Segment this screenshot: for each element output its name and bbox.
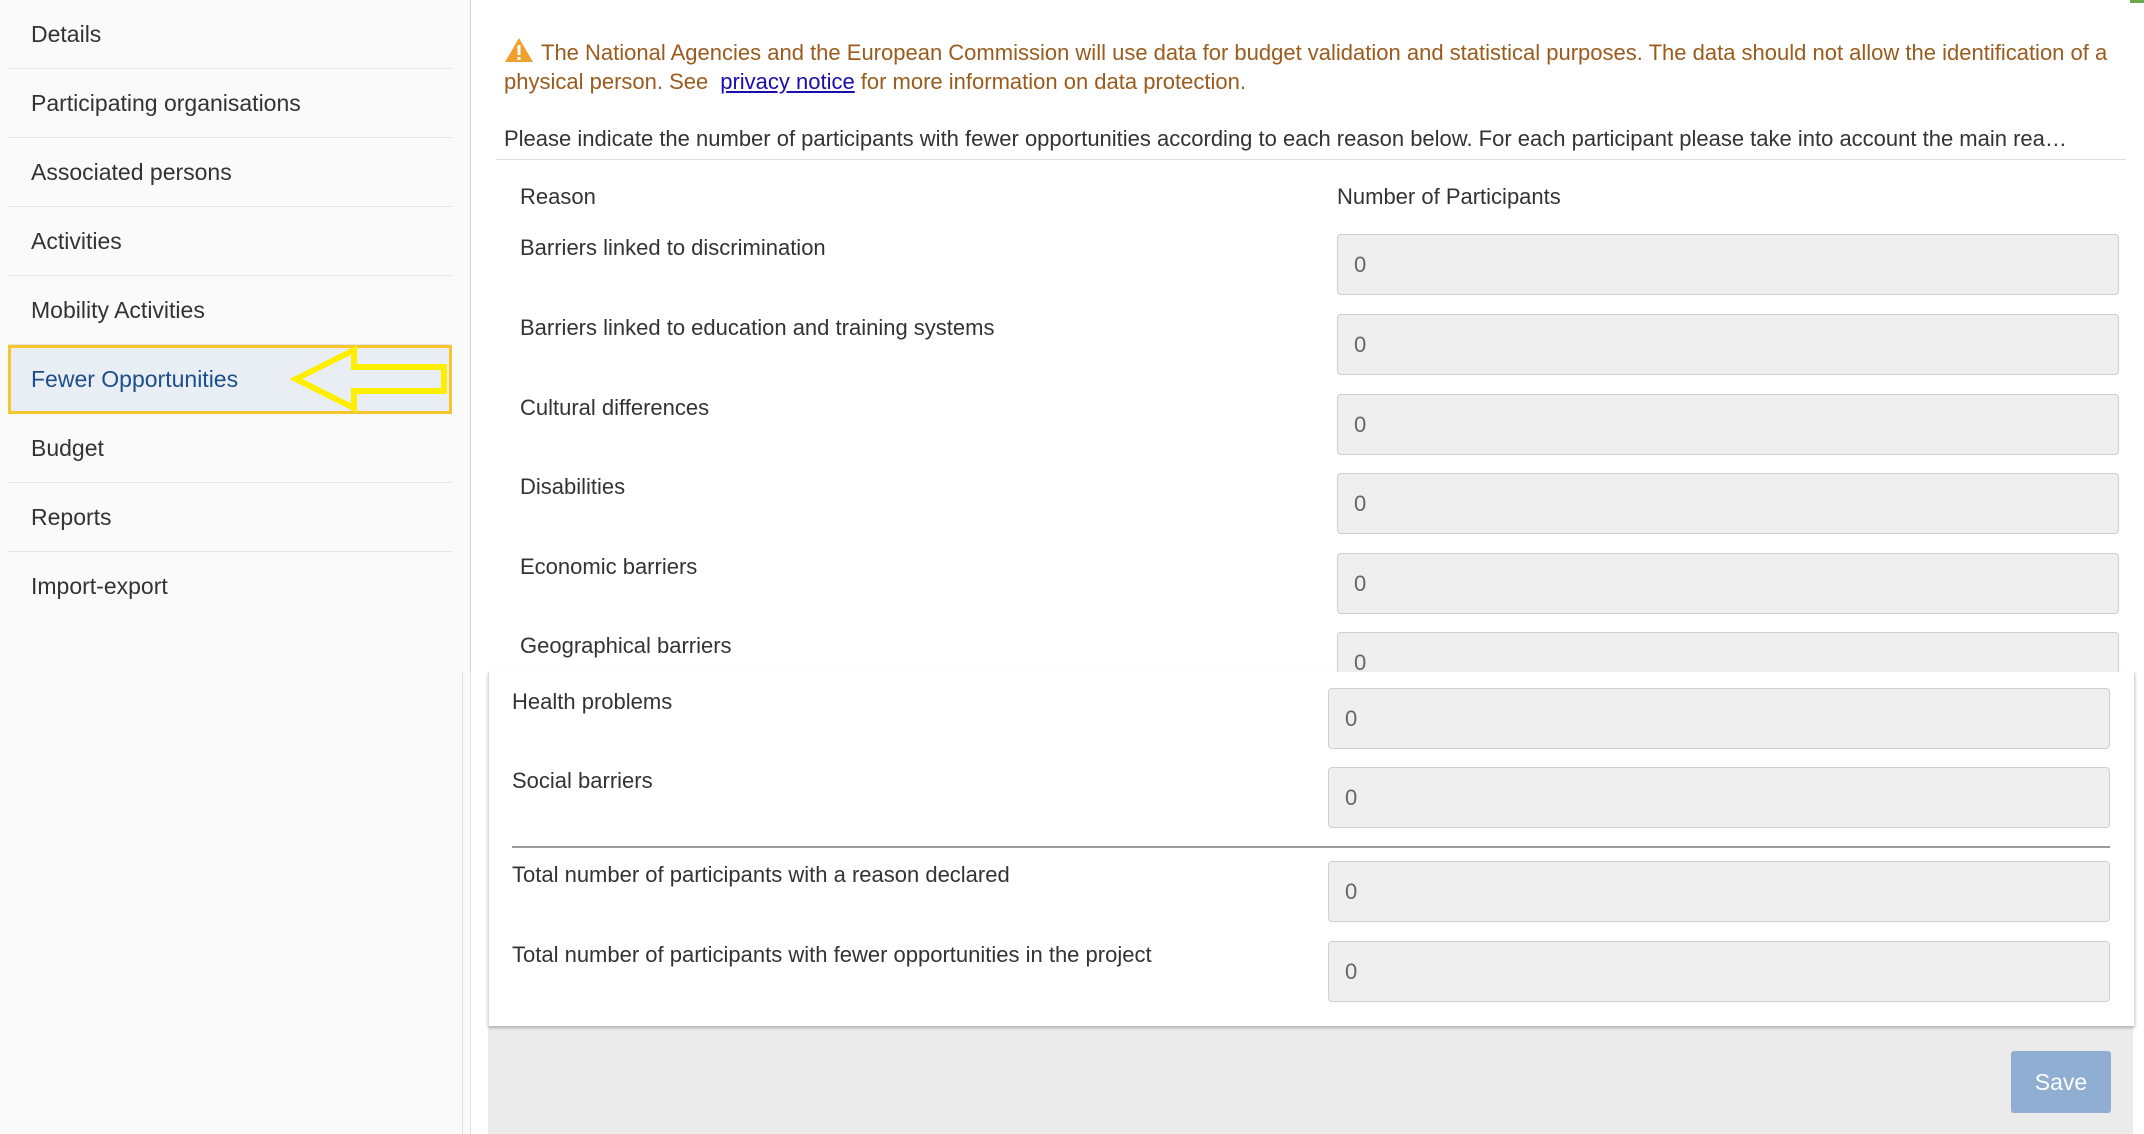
reason-label-geographical: Geographical barriers: [520, 633, 732, 658]
cultural-count-field[interactable]: [1337, 394, 2119, 455]
discrimination-count-field[interactable]: [1337, 234, 2119, 295]
privacy-warning: The National Agencies and the European C…: [504, 37, 2124, 96]
sidebar-item-import-export[interactable]: Import-export: [8, 552, 452, 621]
totals-divider: [512, 846, 2110, 848]
instruction-text: Please indicate the number of participan…: [504, 126, 2067, 151]
reason-label-cultural: Cultural differences: [520, 395, 710, 420]
total-fewer-opportunities-label: Total number of participants with fewer …: [512, 942, 1152, 967]
save-button[interactable]: Save: [2011, 1051, 2111, 1113]
reason-label-discrimination: Barriers linked to discrimination: [520, 235, 826, 260]
total-reason-declared-label: Total number of participants with a reas…: [512, 862, 1010, 887]
social-count-field[interactable]: [1328, 767, 2110, 828]
sidebar-edge: [462, 672, 463, 1134]
sidebar-item-details[interactable]: Details: [8, 0, 452, 69]
sidebar-nav: Details Participating organisations Asso…: [8, 0, 452, 621]
reason-label-social: Social barriers: [512, 768, 653, 793]
sidebar: Details Participating organisations Asso…: [0, 0, 471, 1134]
fewer-opportunities-panel: The National Agencies and the European C…: [496, 0, 2130, 693]
education-count-field[interactable]: [1337, 314, 2119, 375]
sidebar-item-activities[interactable]: Activities: [8, 207, 452, 276]
reason-column-header: Reason: [520, 184, 596, 209]
sidebar-item-mobility-activities[interactable]: Mobility Activities: [8, 276, 452, 345]
sidebar-item-budget[interactable]: Budget: [8, 414, 452, 483]
reason-label-disabilities: Disabilities: [520, 474, 626, 499]
divider: [496, 159, 2126, 160]
number-column-header: Number of Participants: [1337, 184, 1561, 209]
privacy-notice-link[interactable]: privacy notice: [720, 69, 855, 94]
sidebar-item-associated-persons[interactable]: Associated persons: [8, 138, 452, 207]
total-reason-declared-field[interactable]: [1328, 861, 2110, 922]
panel-divider: [470, 0, 471, 672]
economic-count-field[interactable]: [1337, 553, 2119, 614]
total-fewer-opportunities-field[interactable]: [1328, 941, 2110, 1002]
reason-label-health: Health problems: [512, 689, 673, 714]
arrow-left-icon: [290, 345, 447, 413]
health-count-field[interactable]: [1328, 688, 2110, 749]
disabilities-count-field[interactable]: [1337, 473, 2119, 534]
sidebar-item-reports[interactable]: Reports: [8, 483, 452, 552]
sidebar-item-participating-organisations[interactable]: Participating organisations: [8, 69, 452, 138]
reason-label-education: Barriers linked to education and trainin…: [520, 315, 995, 340]
warning-icon: [505, 38, 533, 62]
warning-text-after: for more information on data protection.: [860, 69, 1246, 94]
reason-label-economic: Economic barriers: [520, 554, 698, 579]
